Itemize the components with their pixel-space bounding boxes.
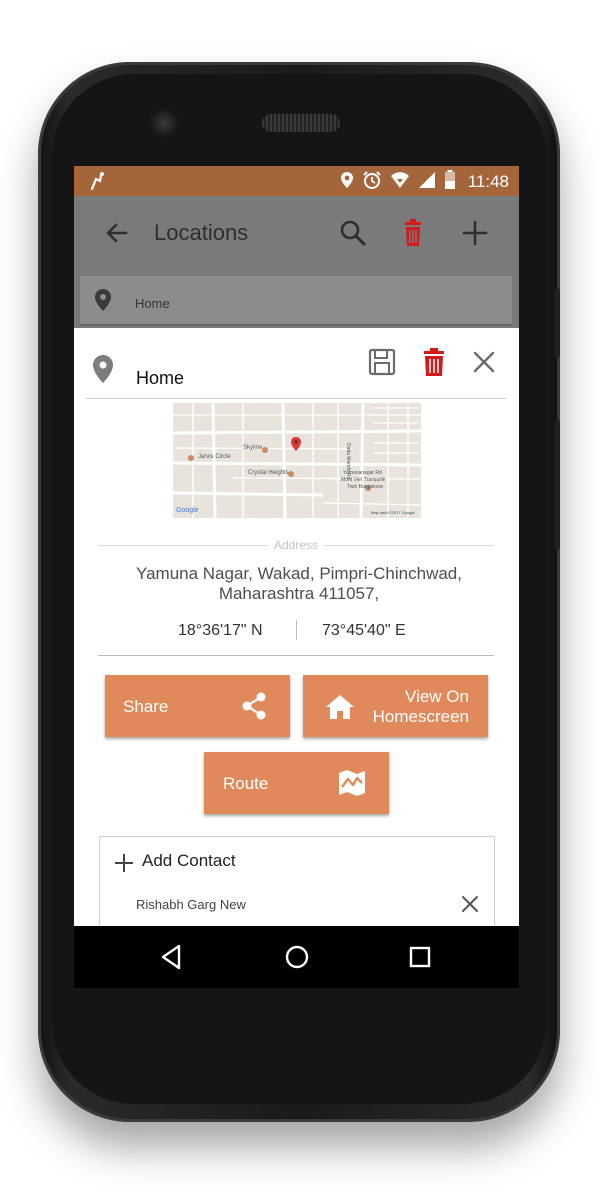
homescreen-label: Homescreen — [372, 707, 469, 726]
share-button[interactable]: Share — [105, 675, 290, 737]
location-map[interactable]: Skyline Jarvis Circle Crystal Heights Ya… — [173, 403, 421, 518]
address-text: Yamuna Nagar, Wakad, Pimpri-Chinchwad, M… — [104, 564, 494, 604]
route-button-label: Route — [223, 774, 269, 793]
remove-contact-icon[interactable] — [461, 895, 479, 917]
delete-all-icon[interactable] — [396, 216, 430, 250]
front-camera — [149, 108, 179, 138]
share-button-label: Share — [123, 697, 169, 716]
status-time: 11:48 — [467, 172, 509, 191]
add-contact-button[interactable]: Add Contact — [142, 851, 236, 871]
location-list-row: Home — [74, 272, 519, 328]
map-label-skyline: Skyline — [243, 445, 263, 451]
divider-line-right — [324, 545, 494, 546]
share-icon — [241, 692, 267, 725]
address-divider: Address — [98, 538, 494, 552]
location-pin-icon — [94, 288, 112, 316]
power-button — [554, 420, 560, 550]
location-name-row: Home — [86, 346, 506, 399]
back-arrow-icon[interactable] — [100, 216, 134, 250]
address-line-2: Maharashtra 411057, — [218, 584, 380, 603]
address-line-1: Yamuna Nagar, Wakad, Pimpri-Chinchwad, — [136, 564, 462, 583]
view-on-homescreen-label: View On Homescreen — [373, 687, 469, 727]
signal-status-icon — [418, 171, 436, 193]
map-label-bungalows: Twin Bungalows — [347, 484, 384, 490]
status-bar: 11:48 — [74, 166, 519, 196]
route-button[interactable]: Route — [204, 752, 389, 814]
map-label-crystal: Crystal Heights — [248, 470, 289, 476]
running-app-icon — [88, 171, 106, 196]
add-location-icon[interactable] — [458, 216, 492, 250]
system-navigation-bar — [74, 926, 519, 988]
delete-icon[interactable] — [422, 347, 446, 381]
nav-back-icon[interactable] — [160, 944, 182, 974]
search-icon[interactable] — [336, 216, 370, 250]
location-name-field[interactable]: Home — [136, 368, 184, 389]
location-status-icon — [340, 171, 354, 193]
volume-button — [554, 288, 560, 358]
coordinates-divider — [98, 655, 494, 656]
map-route-icon — [337, 769, 367, 802]
phone-screen: 11:48 Locations Home Home Skyline Jarvis… — [74, 166, 519, 988]
google-logo: Google — [176, 507, 199, 514]
view-on-label: View On — [405, 687, 469, 706]
map-label-jarvis: Jarvis Circle — [198, 454, 231, 460]
close-icon[interactable] — [472, 350, 496, 378]
map-attribution: Map data ©2017 Google — [371, 510, 415, 515]
nav-recents-icon[interactable] — [408, 945, 432, 973]
nav-home-icon[interactable] — [284, 944, 310, 974]
latitude-value: 18°36'17" N — [178, 622, 263, 639]
map-label-road: Datta Mandir Rd — [345, 443, 351, 480]
coordinate-separator — [296, 620, 297, 640]
alarm-status-icon — [362, 170, 382, 194]
battery-status-icon — [444, 170, 456, 194]
save-icon[interactable] — [368, 348, 396, 380]
location-list-item[interactable]: Home — [80, 276, 512, 326]
add-contact-plus-icon[interactable] — [114, 853, 134, 877]
wifi-status-icon — [390, 171, 410, 193]
view-on-homescreen-button[interactable]: View On Homescreen — [303, 675, 488, 737]
page-title: Locations — [154, 220, 249, 245]
earpiece-speaker — [262, 114, 340, 132]
home-icon — [325, 694, 355, 725]
app-bar: Locations — [74, 196, 519, 272]
longitude-value: 73°45'40" E — [322, 622, 406, 639]
location-list-item-label: Home — [135, 296, 170, 311]
contact-name: Rishabh Garg New — [136, 897, 246, 912]
location-pin-icon — [92, 354, 114, 388]
